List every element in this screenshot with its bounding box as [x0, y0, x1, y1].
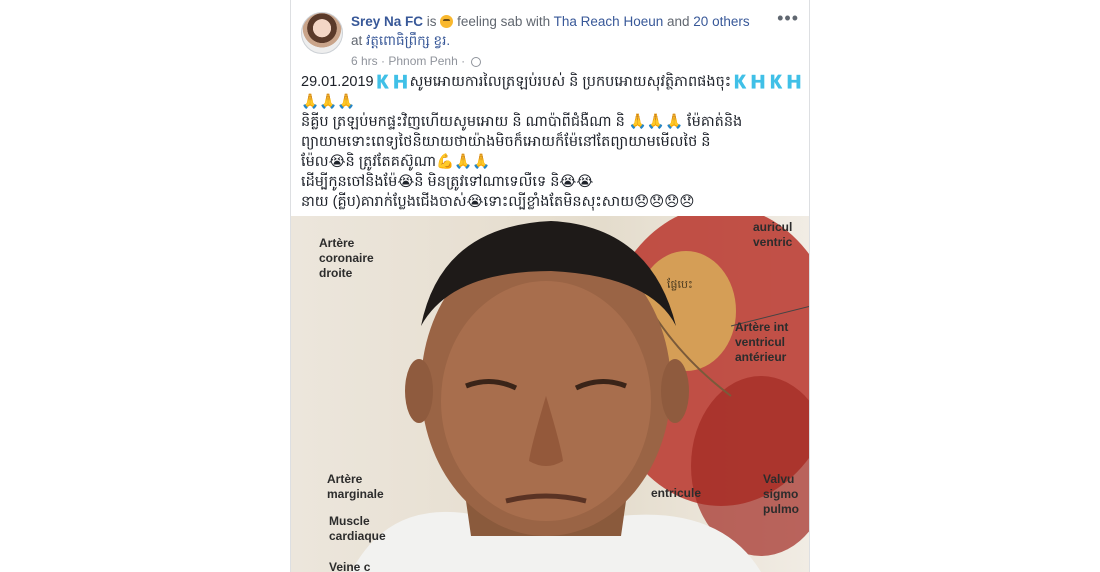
sad-face-icon — [440, 15, 454, 28]
label-ventricule: entricule — [651, 486, 702, 500]
post-meta: 6 hrs · Phnom Penh · — [351, 54, 482, 68]
meta-dot-2: · — [461, 54, 466, 68]
at-word: at — [351, 33, 363, 48]
label-veine: Veine c — [329, 560, 371, 572]
label-auricule: auricul ventric — [753, 220, 793, 249]
poster-bubble-text: ផ្លែបេះ — [667, 279, 693, 291]
label-artere-marginale: Artère marginale — [327, 472, 384, 501]
label-valvule: Valvu sigmo pulmo — [763, 472, 799, 516]
facebook-post-card: Srey Na FC is feeling sab with Tha Reach… — [290, 0, 810, 572]
post-photo[interactable]: Artère coronaire droite auricul ventric … — [291, 216, 809, 572]
feeling-text: feeling sab with — [457, 14, 551, 29]
label-artere-inter: Artère int ventricul antérieur — [735, 320, 789, 364]
post-line: ម៉ែល😭និ ត្រូវតែគស៊ូណា💪🙏🙏 — [301, 154, 491, 170]
post-line: 29.01.2019🇰🇭សូមអោយការលៃត្រឡប់របស់ និ ប្រ… — [301, 74, 801, 90]
post-header-text: Srey Na FC is feeling sab with Tha Reach… — [351, 12, 781, 50]
left-ear — [405, 359, 433, 423]
label-muscle: Muscle cardiaque — [329, 514, 386, 543]
right-ear — [661, 359, 689, 423]
label-artere-coronaire: Artère coronaire droite — [319, 236, 374, 280]
post-body: 29.01.2019🇰🇭សូមអោយការលៃត្រឡប់របស់ និ ប្រ… — [301, 72, 801, 212]
post-line: 🙏🙏🙏 — [301, 94, 356, 110]
is-word: is — [426, 14, 437, 29]
more-options-button[interactable]: ••• — [777, 8, 799, 29]
post-line: ព្យាយាមទោះពេទ្យថៃនិយាយថាយ៉ាងមិចក៏អោយក៏ម៉… — [301, 134, 711, 150]
location-link[interactable]: វត្តពោធិព្រឹក្ស ខ្វរ. — [366, 33, 450, 48]
others-link[interactable]: 20 others — [693, 14, 749, 29]
author-name[interactable]: Srey Na FC — [351, 14, 423, 29]
globe-icon[interactable] — [471, 57, 482, 67]
post-time[interactable]: 6 hrs — [351, 54, 378, 68]
and-word: and — [667, 14, 690, 29]
post-header: Srey Na FC is feeling sab with Tha Reach… — [301, 8, 801, 68]
post-line: និគ្លីប ត្រឡប់មកផ្ទះវិញហើយសូមអោយ និ ណាប៉… — [301, 114, 743, 130]
tagged-person[interactable]: Tha Reach Hoeun — [554, 14, 664, 29]
meta-dot: · — [381, 54, 386, 68]
post-place[interactable]: Phnom Penh — [388, 54, 457, 68]
post-line: នាយ (គ្លីប)គារាក់ប្លែងជើងចាស់😭ទោះល្បីខ្ល… — [301, 194, 695, 210]
post-line: ដើម្បីកូនចៅនិងម៉ែ😭និ មិនត្រូវទៅណាទេលឺទេ … — [301, 174, 594, 190]
author-avatar[interactable] — [301, 12, 343, 54]
